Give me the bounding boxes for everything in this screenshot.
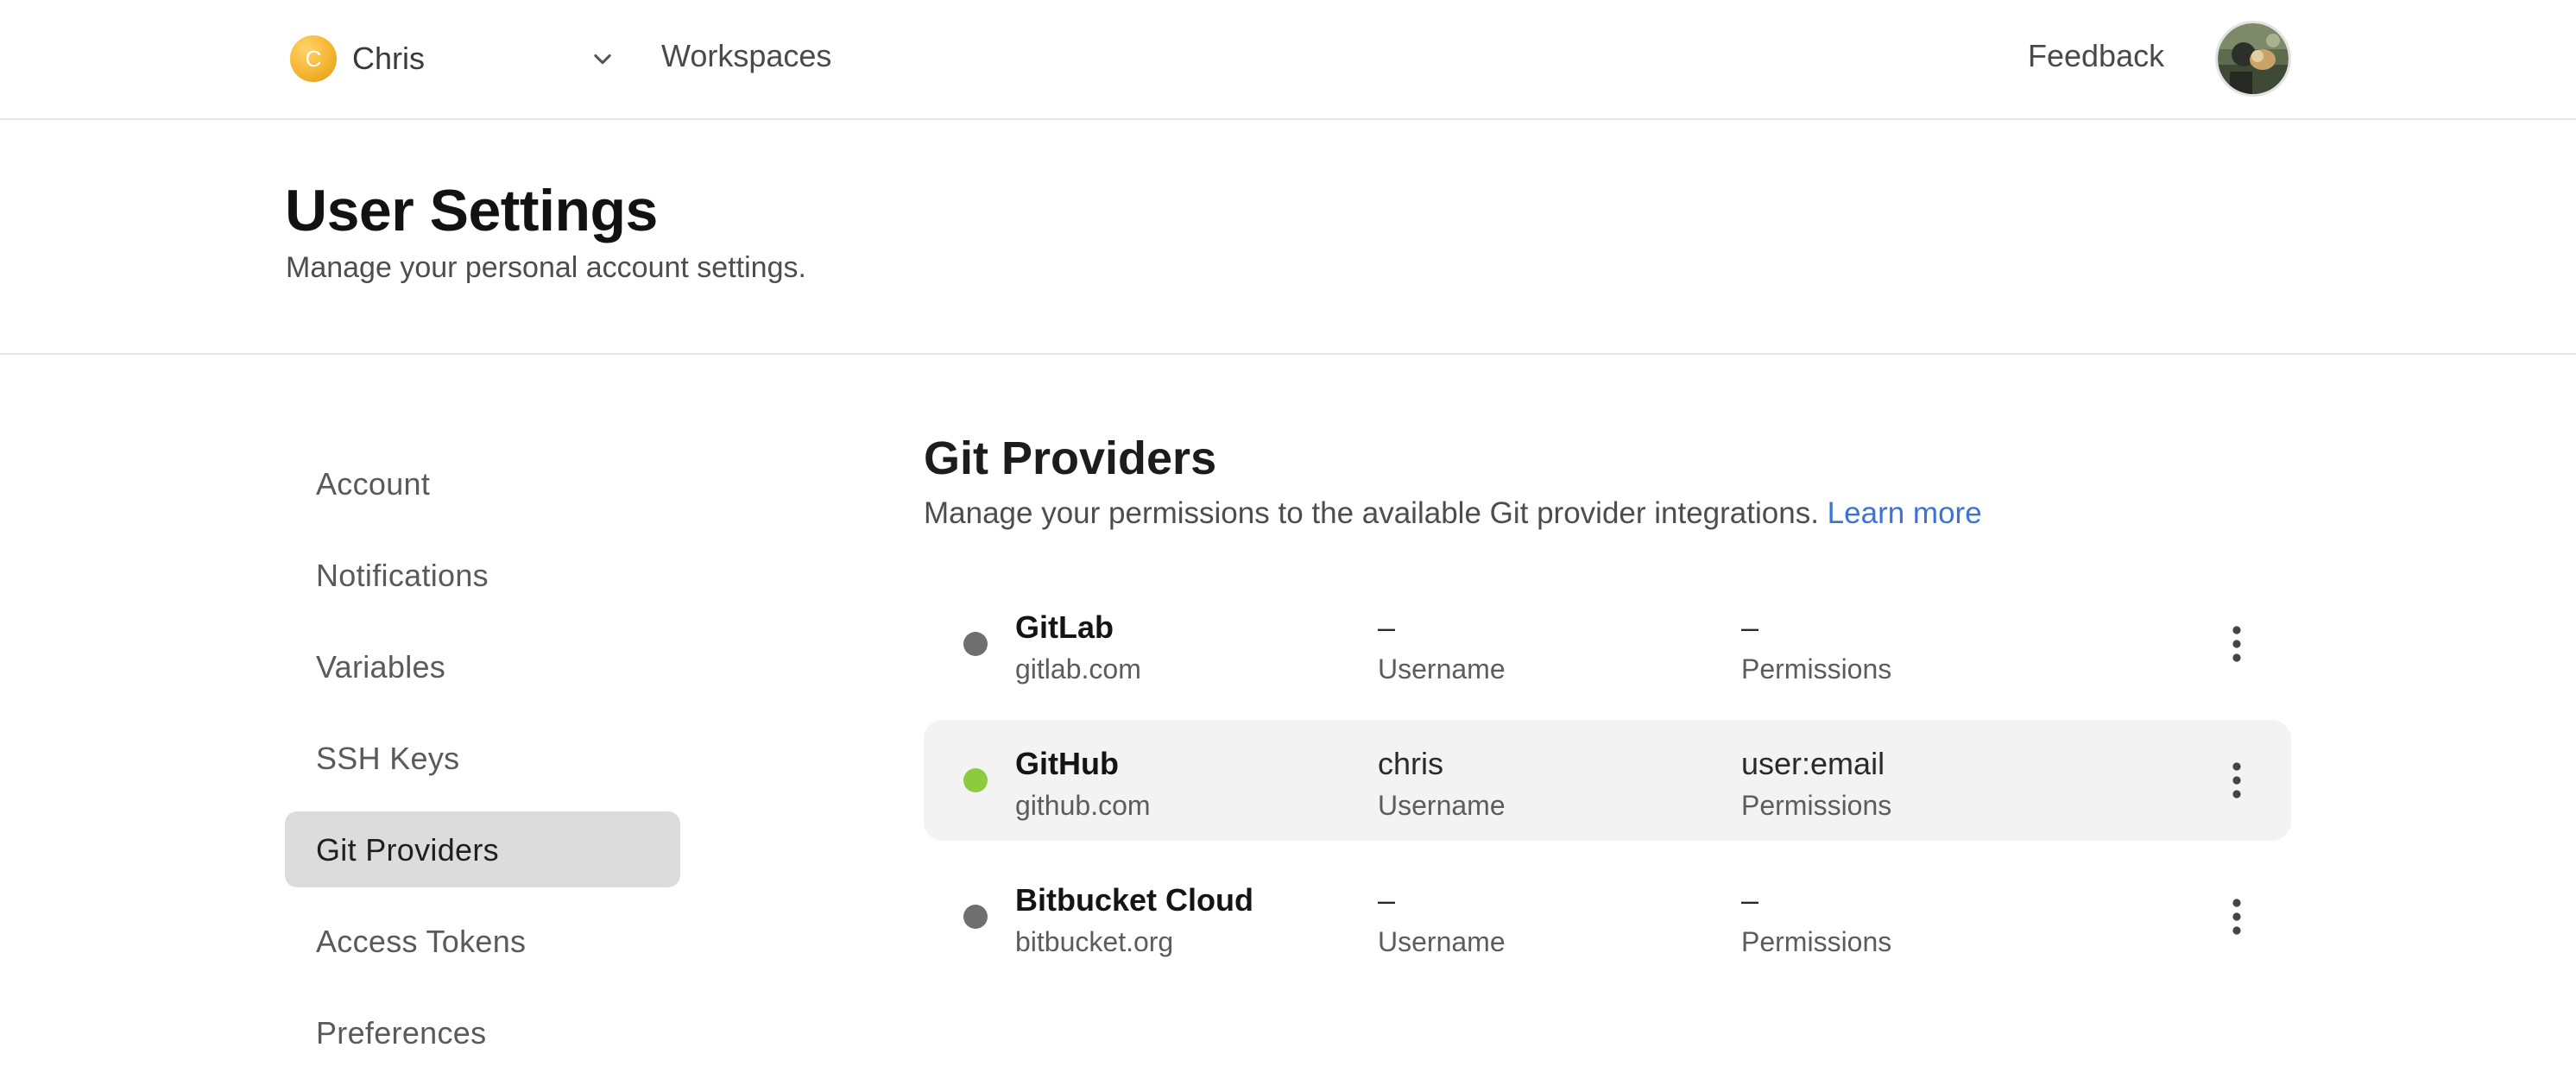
sidebar-item-label: SSH Keys: [316, 741, 460, 776]
user-avatar[interactable]: [2215, 21, 2291, 97]
sidebar-item-git-providers[interactable]: Git Providers: [285, 811, 680, 887]
sidebar-item-account[interactable]: Account: [285, 445, 680, 521]
top-navigation-bar: C Chris Workspaces Feedback: [0, 0, 2576, 120]
provider-row-gitlab[interactable]: GitLab gitlab.com – Username – Permissio…: [924, 584, 2291, 704]
user-avatar-photo: [2218, 23, 2289, 94]
org-avatar-initial: C: [305, 45, 322, 72]
status-connected-icon: [963, 768, 988, 792]
provider-name: GitLab: [1015, 609, 1114, 645]
kebab-menu-icon[interactable]: [2215, 618, 2258, 670]
provider-name: GitHub: [1015, 746, 1119, 781]
provider-host: bitbucket.org: [1015, 926, 1174, 957]
page-header: User Settings Manage your personal accou…: [0, 122, 2576, 355]
nav-feedback-link[interactable]: Feedback: [2028, 38, 2164, 74]
username-label: Username: [1378, 653, 1506, 685]
provider-row-bitbucket[interactable]: Bitbucket Cloud bitbucket.org – Username…: [924, 856, 2291, 977]
sidebar-item-variables[interactable]: Variables: [285, 628, 680, 704]
sidebar-item-label: Notifications: [316, 558, 489, 593]
sidebar-item-ssh-keys[interactable]: SSH Keys: [285, 720, 680, 796]
kebab-menu-icon[interactable]: [2215, 891, 2258, 943]
section-description: Manage your permissions to the available…: [924, 496, 1982, 531]
username-label: Username: [1378, 926, 1506, 957]
permissions-label: Permissions: [1741, 653, 1892, 685]
settings-sidebar: Account Notifications Variables SSH Keys…: [285, 445, 680, 1079]
sidebar-item-label: Preferences: [316, 1015, 487, 1051]
page-title: User Settings: [285, 178, 658, 243]
sidebar-item-label: Variables: [316, 649, 446, 685]
sidebar-item-preferences[interactable]: Preferences: [285, 994, 680, 1070]
provider-host: github.com: [1015, 790, 1151, 821]
section-title: Git Providers: [924, 432, 1217, 484]
chevron-down-icon[interactable]: [590, 47, 615, 71]
provider-permissions: –: [1741, 609, 1759, 645]
page-subtitle: Manage your personal account settings.: [286, 251, 806, 284]
permissions-label: Permissions: [1741, 926, 1892, 957]
learn-more-link[interactable]: Learn more: [1828, 496, 1982, 530]
permissions-label: Permissions: [1741, 790, 1892, 821]
provider-username: –: [1378, 609, 1396, 645]
sidebar-item-label: Access Tokens: [316, 924, 527, 959]
nav-workspaces-link[interactable]: Workspaces: [661, 38, 831, 74]
username-label: Username: [1378, 790, 1506, 821]
kebab-menu-icon[interactable]: [2215, 754, 2258, 806]
provider-username: –: [1378, 882, 1396, 918]
git-providers-list: GitLab gitlab.com – Username – Permissio…: [924, 584, 2291, 993]
section-description-text: Manage your permissions to the available…: [924, 496, 1819, 530]
provider-username: chris: [1378, 746, 1444, 781]
provider-permissions: user:email: [1741, 746, 1885, 781]
sidebar-item-access-tokens[interactable]: Access Tokens: [285, 903, 680, 979]
org-switcher[interactable]: C Chris: [290, 35, 615, 83]
status-disconnected-icon: [963, 905, 988, 929]
provider-permissions: –: [1741, 882, 1759, 918]
status-disconnected-icon: [963, 632, 988, 656]
org-name: Chris: [352, 41, 426, 76]
provider-row-github[interactable]: GitHub github.com chris Username user:em…: [924, 720, 2291, 841]
provider-name: Bitbucket Cloud: [1015, 882, 1253, 918]
provider-host: gitlab.com: [1015, 653, 1141, 685]
sidebar-item-label: Account: [316, 466, 431, 502]
sidebar-item-notifications[interactable]: Notifications: [285, 537, 680, 613]
org-avatar: C: [290, 35, 337, 82]
sidebar-item-label: Git Providers: [316, 832, 499, 868]
